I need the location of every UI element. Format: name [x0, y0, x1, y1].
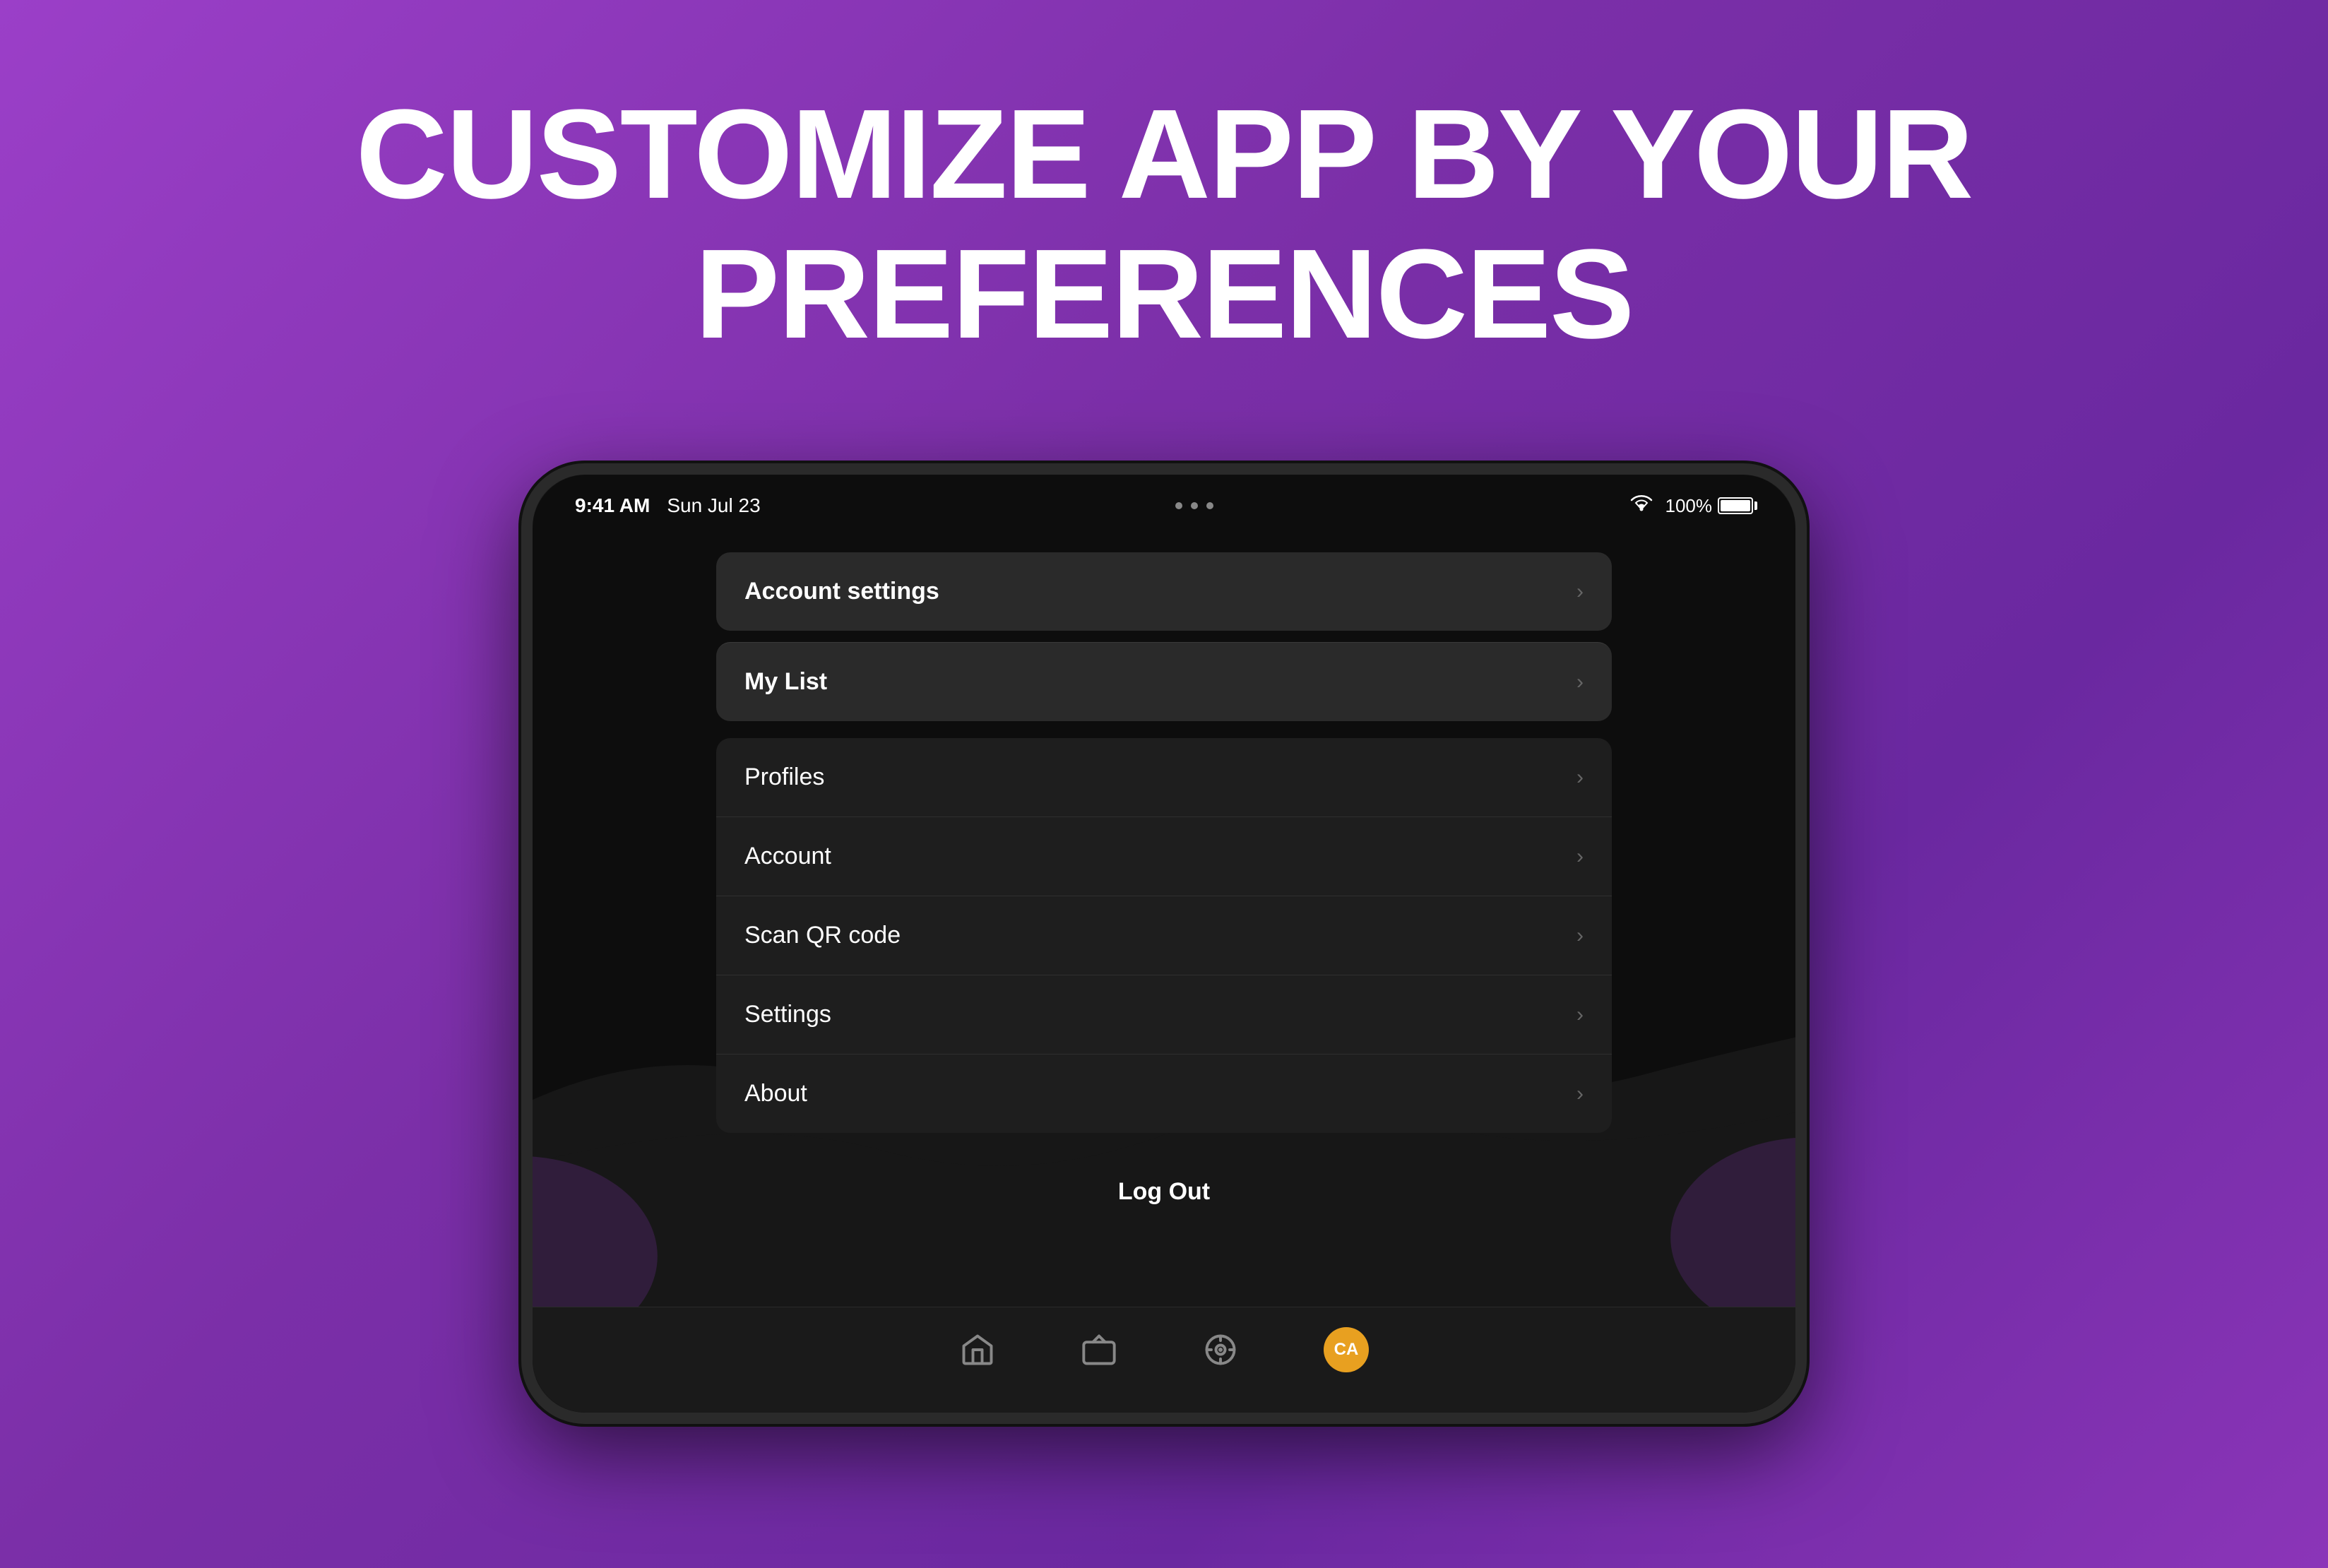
profiles-label: Profiles [744, 764, 824, 791]
status-bar: 9:41 AM Sun Jul 23 [533, 475, 1795, 524]
my-list-label: My List [744, 668, 827, 696]
settings-label: Settings [744, 1001, 831, 1028]
nav-games[interactable] [1202, 1331, 1239, 1368]
scan-qr-label: Scan QR code [744, 922, 901, 949]
settings-item[interactable]: Settings › [716, 975, 1612, 1054]
battery-fill [1721, 500, 1750, 511]
account-label: Account [744, 843, 831, 870]
tablet-wrapper: 9:41 AM Sun Jul 23 [521, 463, 1807, 1424]
account-settings-chevron: › [1576, 580, 1584, 604]
about-item[interactable]: About › [716, 1054, 1612, 1133]
bottom-nav: CA [533, 1307, 1795, 1413]
status-right: 100% [1629, 494, 1754, 518]
wifi-icon [1629, 494, 1654, 518]
nav-avatar[interactable]: CA [1324, 1327, 1369, 1372]
dot-2 [1191, 502, 1198, 509]
nav-tv[interactable] [1081, 1331, 1117, 1368]
account-chevron: › [1576, 845, 1584, 869]
about-chevron: › [1576, 1082, 1584, 1106]
status-center-dots [1175, 502, 1213, 509]
logout-section: Log Out [716, 1150, 1612, 1227]
account-item[interactable]: Account › [716, 816, 1612, 896]
profiles-chevron: › [1576, 766, 1584, 790]
account-settings-item[interactable]: Account settings › [716, 552, 1612, 631]
screen-content: Account settings › My List › Profiles › [533, 524, 1795, 1227]
dot-1 [1175, 502, 1182, 509]
status-date: Sun Jul 23 [667, 494, 760, 517]
profiles-item[interactable]: Profiles › [716, 738, 1612, 816]
my-list-item[interactable]: My List › [716, 642, 1612, 721]
logout-button[interactable]: Log Out [1118, 1178, 1210, 1206]
dot-3 [1206, 502, 1213, 509]
battery-container: 100% [1665, 495, 1754, 517]
menu-section-middle: Profiles › Account › Scan QR code › Sett… [716, 738, 1612, 1133]
account-settings-label: Account settings [744, 578, 939, 605]
scan-qr-chevron: › [1576, 924, 1584, 948]
hero-title: CUSTOMIZE APP BY YOUR PREFERENCES [356, 85, 1973, 364]
my-list-chevron: › [1576, 670, 1584, 694]
menu-section-top: Account settings › My List › [716, 552, 1612, 721]
status-time: 9:41 AM [575, 494, 650, 517]
nav-home[interactable] [959, 1331, 996, 1368]
about-label: About [744, 1080, 807, 1107]
battery-icon [1718, 497, 1753, 514]
tablet-frame: 9:41 AM Sun Jul 23 [521, 463, 1807, 1424]
settings-chevron: › [1576, 1003, 1584, 1027]
battery-percent: 100% [1665, 495, 1713, 517]
tablet-screen: 9:41 AM Sun Jul 23 [533, 475, 1795, 1413]
scan-qr-item[interactable]: Scan QR code › [716, 896, 1612, 975]
